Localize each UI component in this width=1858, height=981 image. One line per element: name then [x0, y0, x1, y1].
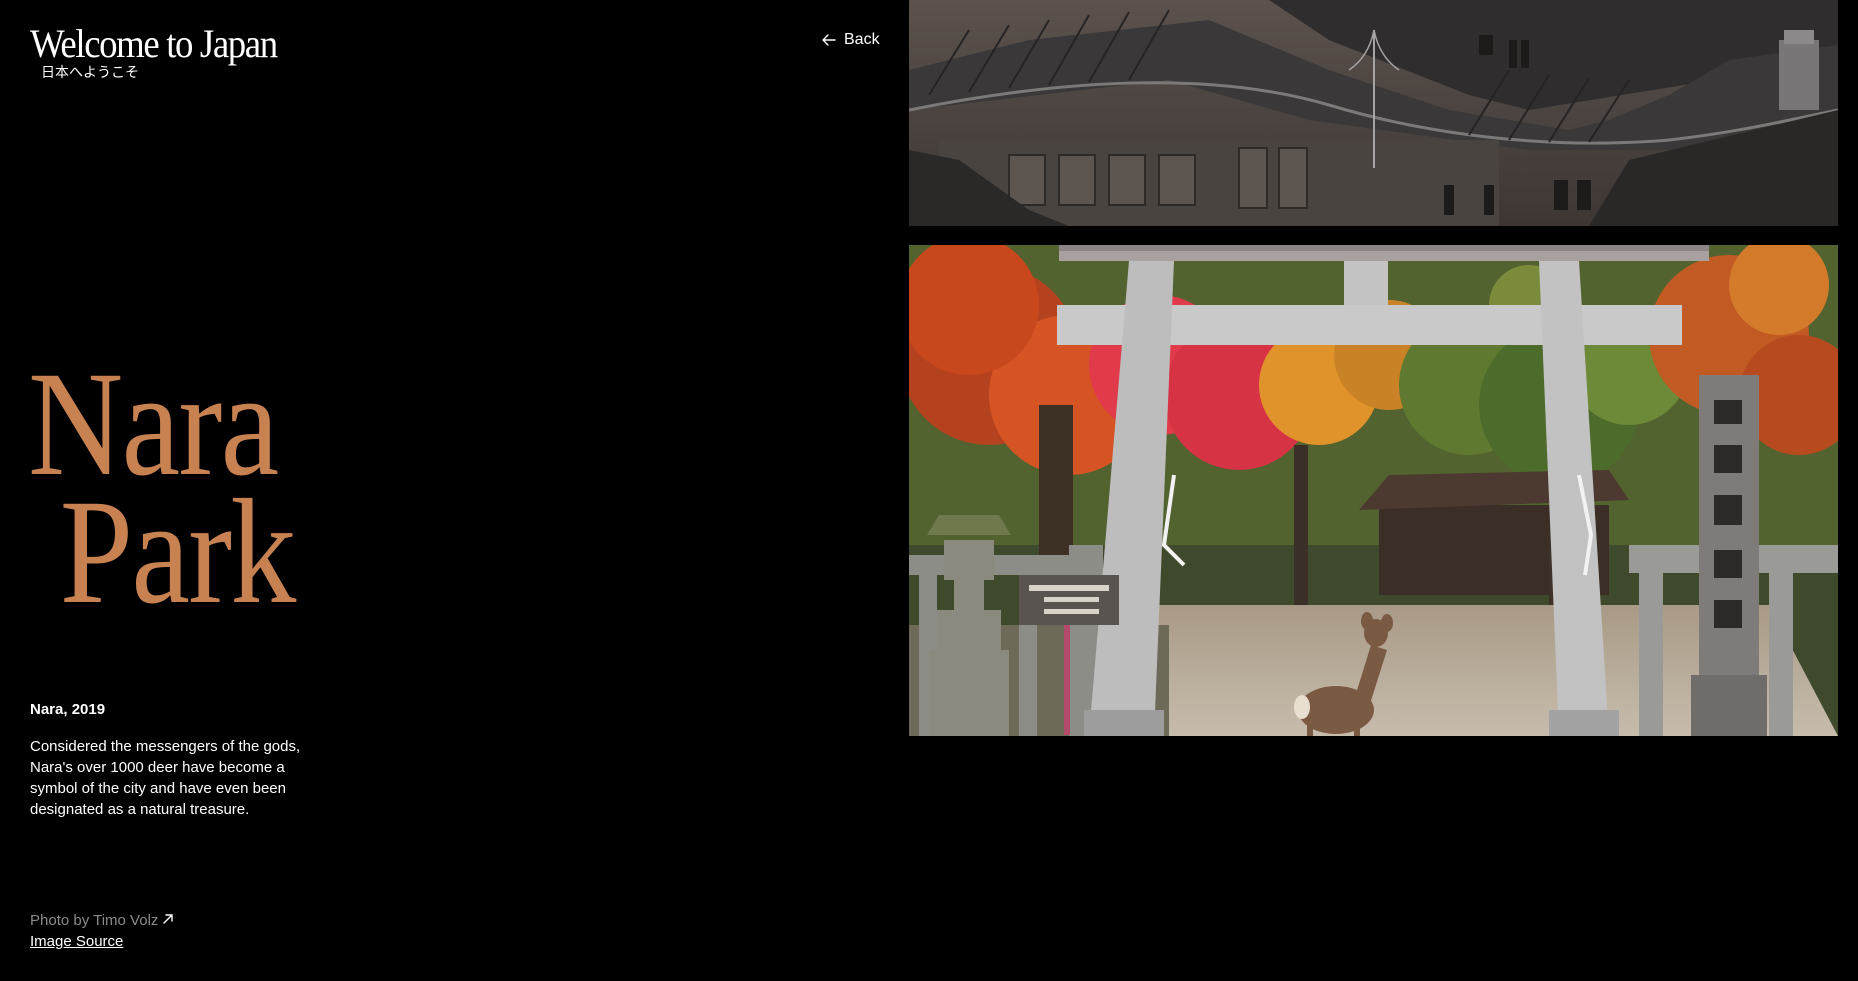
- site-logo[interactable]: Welcome to Japan 日本へようこそ: [30, 21, 298, 82]
- image-source-link[interactable]: Image Source: [30, 933, 123, 950]
- back-label: Back: [844, 31, 880, 48]
- site-title: Welcome to Japan: [30, 21, 278, 66]
- photo-credit-text: Photo by Timo Volz: [30, 912, 159, 929]
- back-button[interactable]: Back: [822, 31, 880, 49]
- castle-roof-photo: [909, 0, 1838, 226]
- caption-body: Considered the messengers of the gods, N…: [30, 738, 301, 818]
- photo-credit-link[interactable]: Photo by Timo Volz: [30, 912, 174, 929]
- location-title-line2: Park: [59, 469, 297, 635]
- location-title: Nara Park: [28, 349, 297, 635]
- torii-gate-deer-photo: [909, 245, 1838, 736]
- arrow-up-right-icon: [162, 912, 174, 929]
- site-subtitle: 日本へようこそ: [41, 65, 139, 81]
- caption-heading: Nara, 2019: [30, 701, 106, 718]
- arrow-left-icon: [822, 34, 836, 46]
- page: Welcome to Japan 日本へようこそ Back Nara Park …: [0, 0, 1858, 981]
